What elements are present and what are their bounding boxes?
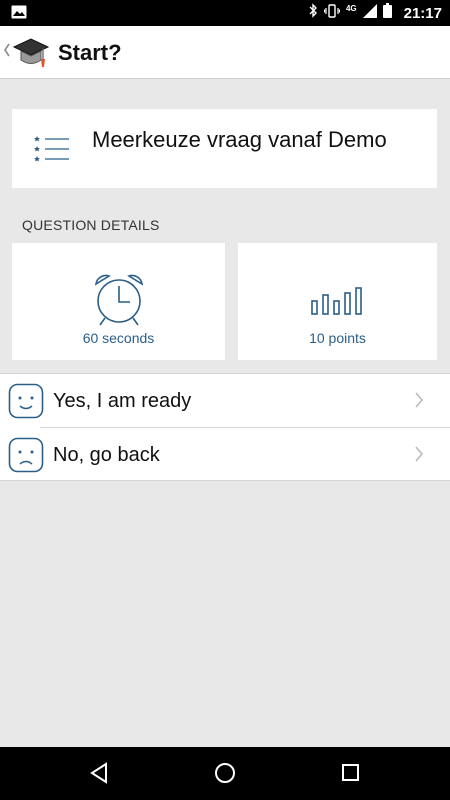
points-detail-card: 10 points	[238, 243, 437, 360]
home-circle-icon[interactable]	[213, 761, 237, 790]
chevron-right-icon	[414, 391, 424, 414]
section-label: QUESTION DETAILS	[22, 217, 160, 233]
graduation-cap-icon[interactable]	[12, 35, 50, 71]
vibrate-icon	[323, 3, 341, 23]
go-back-label: No, go back	[53, 444, 160, 466]
happy-face-icon	[8, 383, 44, 424]
bar-chart-icon	[310, 287, 365, 320]
status-bar: 4G 21:17	[0, 0, 450, 26]
ready-button[interactable]: Yes, I am ready	[0, 374, 450, 428]
question-card: Meerkeuze vraag vanaf Demo	[12, 109, 437, 188]
image-icon	[11, 5, 27, 24]
back-chevron-icon[interactable]	[3, 42, 11, 63]
time-detail-text: 60 seconds	[82, 330, 155, 346]
signal-icon	[362, 3, 377, 23]
battery-icon	[382, 3, 392, 23]
ready-label: Yes, I am ready	[53, 390, 192, 412]
network-type-label: 4G	[345, 3, 357, 13]
sad-face-icon	[8, 437, 44, 478]
navigation-bar	[0, 747, 450, 800]
time-detail-card: 60 seconds	[12, 243, 225, 360]
page-title: Start?	[58, 40, 122, 65]
app-bar: Start?	[0, 26, 450, 79]
status-time: 21:17	[403, 4, 442, 22]
points-detail-text: 10 points	[309, 330, 366, 346]
alarm-clock-icon	[93, 273, 145, 332]
chevron-right-icon	[414, 445, 424, 468]
recents-square-icon[interactable]	[340, 761, 362, 790]
bluetooth-icon	[309, 3, 318, 23]
list-icon	[34, 135, 70, 168]
back-triangle-icon[interactable]	[88, 761, 110, 790]
action-list: Yes, I am ready No, go back	[0, 373, 450, 481]
question-title: Meerkeuze vraag vanaf Demo	[92, 127, 387, 152]
go-back-button[interactable]: No, go back	[0, 428, 450, 481]
